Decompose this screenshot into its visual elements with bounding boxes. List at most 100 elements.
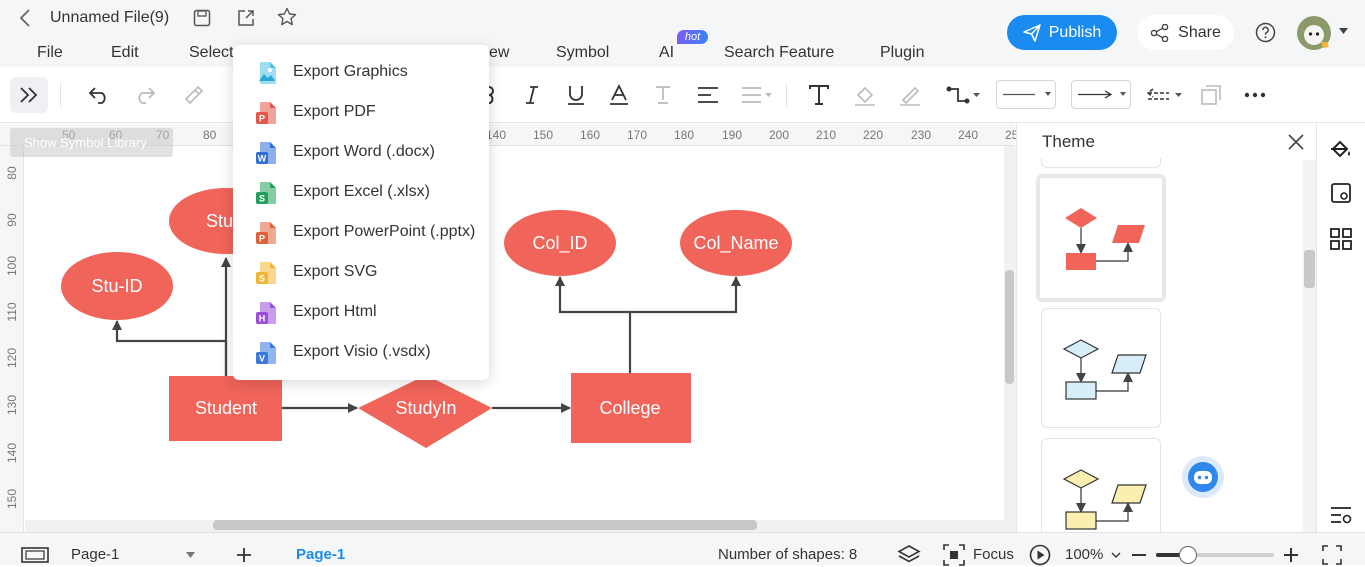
share-button[interactable]: Share [1137,15,1234,50]
add-page-icon[interactable] [234,545,254,565]
line-spacing-icon[interactable] [740,83,774,107]
menu-edit[interactable]: Edit [111,44,139,62]
text-tool-icon[interactable] [806,83,832,107]
export-menu-item[interactable]: P Export PowerPoint (.pptx) [233,212,489,252]
star-icon[interactable] [276,6,298,28]
focus-label[interactable]: Focus [973,546,1014,563]
connector-college-colid[interactable] [555,276,632,373]
export-menu-label: Export PDF [293,103,376,120]
export-menu-label: Export PowerPoint (.pptx) [293,223,476,240]
expand-panel-icon[interactable] [10,77,48,113]
arrange-icon[interactable] [1198,83,1224,107]
export-menu-item[interactable]: P Export PDF [233,92,489,132]
underline-icon[interactable] [565,83,587,107]
active-page-tab[interactable]: Page-1 [296,546,345,563]
svg-text:H: H [259,314,266,324]
zoom-dropdown-icon[interactable] [1110,549,1122,561]
redo-icon[interactable] [132,83,158,107]
font-color-icon[interactable] [608,83,630,107]
ruler-tick: 90 [5,213,19,227]
menu-view[interactable]: ew [489,44,509,62]
toolbar-divider [786,83,787,107]
fullscreen-icon[interactable] [1321,544,1343,566]
theme-panel-title: Theme [1042,132,1095,151]
zoom-in-icon[interactable] [1283,547,1299,563]
help-icon[interactable] [1254,21,1276,43]
page-selector[interactable]: Page-1 [71,546,119,563]
zoom-out-icon[interactable] [1131,547,1147,563]
menu-ai[interactable]: AI [659,44,674,62]
svg-text:S: S [259,194,265,204]
share-label: Share [1178,23,1221,41]
close-icon[interactable] [1286,132,1306,152]
relationship-label: StudyIn [395,398,456,418]
export-menu-item[interactable]: W Export Word (.docx) [233,132,489,172]
publish-button[interactable]: Publish [1007,15,1117,50]
theme-scrollbar[interactable] [1304,250,1315,288]
save-icon[interactable] [191,7,213,29]
zoom-slider-track[interactable] [1156,553,1274,557]
attribute-label: Col_ID [532,233,587,254]
line-weight-icon[interactable] [1144,83,1184,107]
undo-icon[interactable] [86,83,112,107]
toolbar-divider [60,83,61,107]
export-menu-item[interactable]: H Export Html [233,292,489,332]
menu-file[interactable]: File [37,44,63,62]
theme-preview [1062,339,1147,400]
zoom-slider-thumb[interactable] [1179,546,1197,564]
connector-college-colname[interactable] [630,276,741,314]
connector-style-icon[interactable] [944,83,982,107]
format-painter-icon[interactable] [180,83,206,107]
ai-assistant-button[interactable] [1182,456,1224,498]
zoom-level[interactable]: 100% [1065,546,1103,563]
play-presentation-icon[interactable] [1028,543,1052,567]
style-fill-icon[interactable] [1328,136,1354,162]
export-menu-item[interactable]: S Export Excel (.xlsx) [233,172,489,212]
focus-icon[interactable] [942,543,966,567]
line-style-dropdown[interactable] [996,80,1056,109]
more-icon[interactable] [1242,83,1268,107]
page-selector-dropdown-icon[interactable] [184,550,196,560]
menu-search-feature[interactable]: Search Feature [724,44,834,62]
fill-bucket-icon[interactable] [852,83,878,107]
export-menu-label: Export Word (.docx) [293,143,435,160]
ruler-tick: 160 [580,128,601,142]
attribute-label: Col_Name [693,233,778,254]
panel-settings-icon[interactable] [1328,502,1354,528]
align-icon[interactable] [696,83,720,107]
export-menu-item[interactable]: V Export Visio (.vsdx) [233,332,489,372]
avatar-dropdown-icon[interactable] [1337,25,1349,37]
menu-symbol[interactable]: Symbol [556,44,609,62]
show-symbol-library-hint[interactable]: Show Symbol Library [10,128,173,157]
connector-student-stuid[interactable] [112,320,228,376]
shape-count: Number of shapes: 8 [718,546,858,563]
export-icon[interactable] [235,7,257,29]
apps-grid-icon[interactable] [1328,226,1354,252]
vertical-scrollbar[interactable] [1005,270,1014,384]
theme-card-yellow[interactable] [1041,438,1161,538]
arrow-style-dropdown[interactable] [1071,80,1131,109]
word-file-icon: W [256,141,278,165]
file-title[interactable]: Unnamed File(9) [50,9,169,27]
drawing-canvas[interactable]: Stu-ID Stu-N Col_ID Col_Name Student Stu… [25,146,1004,520]
italic-icon[interactable] [522,83,542,107]
theme-card-blue[interactable] [1041,308,1161,428]
ruler-tick: 120 [5,347,19,369]
ruler-tick: 150 [533,128,554,142]
page-layout-icon[interactable] [20,544,50,566]
back-icon[interactable] [15,8,35,28]
menu-plugin[interactable]: Plugin [880,44,924,62]
ruler-tick: 190 [722,128,743,142]
horizontal-scrollbar[interactable] [213,520,757,530]
export-menu-item[interactable]: Export Graphics [233,52,489,92]
menu-select[interactable]: Select [189,44,233,62]
avatar[interactable] [1296,15,1332,51]
page-settings-icon[interactable] [1328,180,1354,206]
export-menu-item[interactable]: S Export SVG [233,252,489,292]
theme-card-red[interactable] [1036,174,1166,302]
text-style-icon[interactable] [652,83,674,107]
export-menu-label: Export Excel (.xlsx) [293,183,430,200]
layers-icon[interactable] [896,543,922,567]
line-color-icon[interactable] [897,83,923,107]
publish-label: Publish [1048,23,1102,41]
